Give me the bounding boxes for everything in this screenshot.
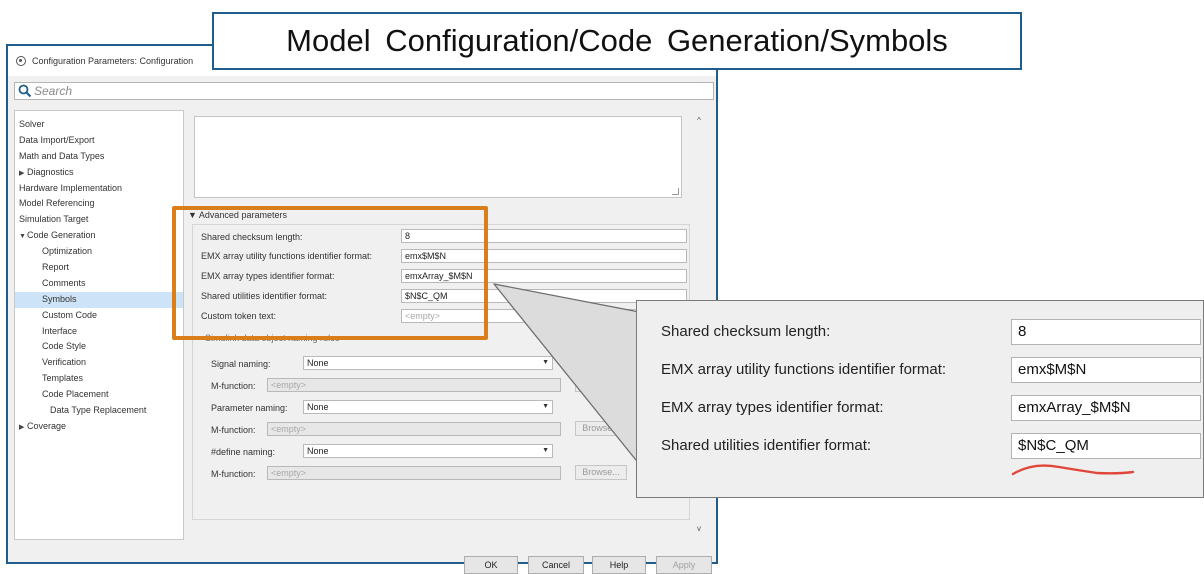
window-title: Configuration Parameters: Configuration [32,56,194,66]
tree-item-label: Hardware Implementation [19,182,123,193]
tree-item-label: Comments [42,277,86,288]
tree-item[interactable]: ▼Code Generation [15,228,183,244]
tree-item[interactable]: Data Type Replacement [15,403,183,419]
parameter-naming-select[interactable]: None ▼ [303,400,553,414]
tree-item[interactable]: Interface [15,324,183,340]
tree-item-label: Templates [42,373,84,384]
tree-item[interactable]: Math and Data Types [15,149,183,165]
tree-item-label: Code Style [42,341,87,352]
tree-item[interactable]: Custom Code [15,308,183,324]
tree-item[interactable]: Hardware Implementation [15,181,183,197]
zoom-emx-util-label: EMX array utility functions identifier f… [661,361,947,378]
tree-item[interactable]: Symbols [15,291,183,308]
signal-mfunction-input[interactable]: <empty> [267,378,561,392]
collapsed-arrow-icon[interactable]: ▶ [19,420,27,436]
define-naming-select[interactable]: None ▼ [303,444,553,458]
tree-item[interactable]: Templates [15,371,183,387]
signal-browse-button[interactable]: Browse... [575,377,627,392]
expanded-arrow-icon[interactable]: ▼ [19,229,27,245]
zoom-shared-util-label: Shared utilities identifier format: [661,437,872,454]
chevron-down-icon[interactable]: v [692,524,706,536]
chevron-down-icon: ▼ [542,403,549,410]
apply-button[interactable]: Apply [656,556,712,574]
tree-item-label: Coverage [27,420,67,431]
signal-mfunction-label: M-function: [211,381,256,391]
gear-icon [16,56,26,66]
tree-item-label: Solver [19,119,45,129]
tree-item-label: Optimization [42,246,93,257]
signal-naming-select[interactable]: None ▼ [303,356,553,370]
tree-item[interactable]: Model Referencing [15,196,183,212]
red-underline-annotation [1011,464,1135,476]
tree-item-label: Math and Data Types [19,150,105,161]
parameter-naming-label: Parameter naming: [211,403,288,413]
signal-naming-label: Signal naming: [211,359,271,369]
zoom-emx-types-label: EMX array types identifier format: [661,399,884,416]
tree-item[interactable]: Verification [15,355,183,371]
search-placeholder: Search [34,84,73,98]
tree-item-label: Data Import/Export [19,134,95,145]
chevron-down-icon: ▼ [542,359,549,366]
tree-item-label: Interface [42,325,78,336]
chevron-down-icon: ▼ [542,447,549,454]
tree-item[interactable]: Report [15,260,183,276]
ok-button[interactable]: OK [464,556,518,574]
tree-item[interactable]: Data Import/Export [15,133,183,149]
zoom-emx-types-field: emxArray_$M$N [1011,395,1201,421]
banner-title: Model Configuration/Code Generation/Symb… [212,12,1022,70]
tree-item[interactable]: ▶ Diagnostics [15,165,183,181]
define-naming-value: None [307,446,329,456]
tree-item-label: Symbols [42,293,77,304]
tree-item[interactable]: Simulation Target [15,212,183,228]
zoom-checksum-label: Shared checksum length: [661,323,831,340]
search-icon [18,84,32,98]
description-textarea[interactable] [194,116,682,198]
resize-grip[interactable] [672,188,679,195]
tree-item[interactable]: Solver [15,117,183,133]
tree-item-label: Simulation Target [19,214,89,225]
tree-item-label: Data Type Replacement [50,405,147,416]
define-naming-label: #define naming: [211,447,276,457]
search-box[interactable]: Search [14,82,714,100]
define-mfunction-label: M-function: [211,469,256,479]
tree-item-label: Model Referencing [19,198,95,209]
tree-item[interactable]: ▶ Coverage [15,419,183,435]
tree-item-label: Code Placement [42,389,109,400]
tree-item[interactable]: Code Style [15,339,183,355]
tree-item[interactable]: Optimization [15,244,183,260]
cancel-button[interactable]: Cancel [528,556,584,574]
parameter-mfunction-label: M-function: [211,425,256,435]
parameter-mfunction-input[interactable]: <empty> [267,422,561,436]
help-button[interactable]: Help [592,556,646,574]
tree-item[interactable]: Code Placement [15,387,183,403]
zoom-callout: Shared checksum length: 8 EMX array util… [636,300,1204,498]
highlight-box [172,206,488,340]
parameter-naming-value: None [307,402,329,412]
zoom-checksum-field: 8 [1011,319,1201,345]
collapsed-arrow-icon[interactable]: ▶ [19,166,27,182]
zoom-emx-util-field: emx$M$N [1011,357,1201,383]
define-browse-button[interactable]: Browse... [575,465,627,480]
define-mfunction-input[interactable]: <empty> [267,466,561,480]
tree-item-label: Report [42,262,70,273]
tree-item[interactable]: Comments [15,276,183,292]
tree-item-label: Verification [42,357,87,368]
chevron-up-icon[interactable]: ^ [692,116,706,128]
tree-item-label: Custom Code [42,309,98,320]
zoom-shared-util-field: $N$C_QM [1011,433,1201,459]
parameter-browse-button[interactable]: Browse... [575,421,627,436]
tree-item-label: Code Generation [27,230,96,241]
signal-naming-value: None [307,358,329,368]
category-tree: Solver Data Import/Export Math and Data Ty… [14,110,184,540]
tree-item-label: Diagnostics [27,166,74,177]
